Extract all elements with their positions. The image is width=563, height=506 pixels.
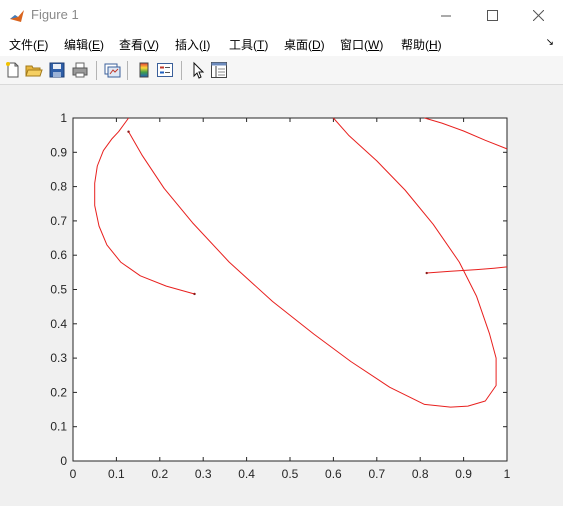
toolbar-separator [181, 61, 182, 80]
menu-tools[interactable]: 工具(T) [229, 36, 268, 53]
x-tick-label: 0.7 [368, 467, 385, 481]
x-tick-label: 0.9 [455, 467, 472, 481]
pointer-icon[interactable] [189, 61, 207, 79]
axes-box [72, 117, 508, 462]
menu-view[interactable]: 查看(V) [119, 36, 159, 53]
dock-arrow-icon[interactable]: ↘ [546, 37, 554, 48]
close-button[interactable] [515, 0, 561, 31]
minimize-icon [441, 15, 451, 16]
menu-bar: 文件(F) 编辑(E) 查看(V) 插入(I) 工具(T) 桌面(D) 窗口(W… [0, 31, 563, 56]
x-tick-label: 1 [504, 467, 511, 481]
toolbar-separator [96, 61, 97, 80]
y-tick-label: 0.1 [50, 420, 67, 434]
property-editor-icon[interactable] [210, 61, 228, 79]
y-tick-label: 0.3 [50, 351, 67, 365]
menu-desktop[interactable]: 桌面(D) [284, 36, 325, 53]
toolbar-separator [127, 61, 128, 80]
y-tick-label: 0.9 [50, 145, 67, 159]
link-plot-icon[interactable] [103, 61, 121, 79]
close-icon [532, 10, 544, 21]
insert-colorbar-icon[interactable] [135, 61, 153, 79]
figure-canvas: 0 0.1 0.2 0.3 0.4 0.5 0.6 0.7 0.8 0.9 1 0 0.1 0.2 0.3 0… [0, 85, 563, 506]
x-tick-label: 0.2 [151, 467, 168, 481]
series-endpoint [127, 130, 130, 133]
y-tick-label: 0.8 [50, 180, 67, 194]
x-tick-label: 0.3 [195, 467, 212, 481]
x-tick-label: 0.6 [325, 467, 342, 481]
y-tick-label: 0.6 [50, 248, 67, 262]
title-bar: Figure 1 [0, 0, 563, 31]
save-icon[interactable] [48, 61, 66, 79]
x-tick-label: 0 [70, 467, 77, 481]
toolbar [0, 56, 563, 85]
menu-window[interactable]: 窗口(W) [340, 36, 383, 53]
series-endpoint [425, 271, 428, 275]
matlab-icon [10, 10, 24, 22]
new-figure-icon[interactable] [4, 61, 22, 79]
x-tick-label: 0.4 [238, 467, 255, 481]
y-tick-label: 0 [60, 454, 67, 468]
menu-insert[interactable]: 插入(I) [175, 36, 210, 53]
y-tick-label: 0.5 [50, 283, 67, 297]
y-tick-label: 0.2 [50, 385, 67, 399]
menu-help[interactable]: 帮助(H) [401, 36, 442, 53]
menu-edit[interactable]: 编辑(E) [64, 36, 104, 53]
x-tick-label: 0.8 [412, 467, 429, 481]
print-icon[interactable] [71, 61, 89, 79]
insert-legend-icon[interactable] [156, 61, 174, 79]
menu-file[interactable]: 文件(F) [9, 36, 48, 53]
x-tick-label: 0.1 [108, 467, 125, 481]
open-file-icon[interactable] [25, 61, 43, 79]
line-plot[interactable]: 0 0.1 0.2 0.3 0.4 0.5 0.6 0.7 0.8 0.9 1 0 0.1 0.2 0.3 0… [0, 85, 563, 506]
maximize-button[interactable] [469, 0, 515, 31]
x-tick-label: 0.5 [282, 467, 299, 481]
y-tick-label: 0.4 [50, 317, 67, 331]
y-tick-label: 1 [60, 111, 67, 125]
window-title: Figure 1 [31, 7, 79, 22]
maximize-icon [486, 10, 498, 21]
y-tick-label: 0.7 [50, 214, 67, 228]
series-endpoint [193, 292, 196, 296]
minimize-button[interactable] [423, 0, 469, 31]
